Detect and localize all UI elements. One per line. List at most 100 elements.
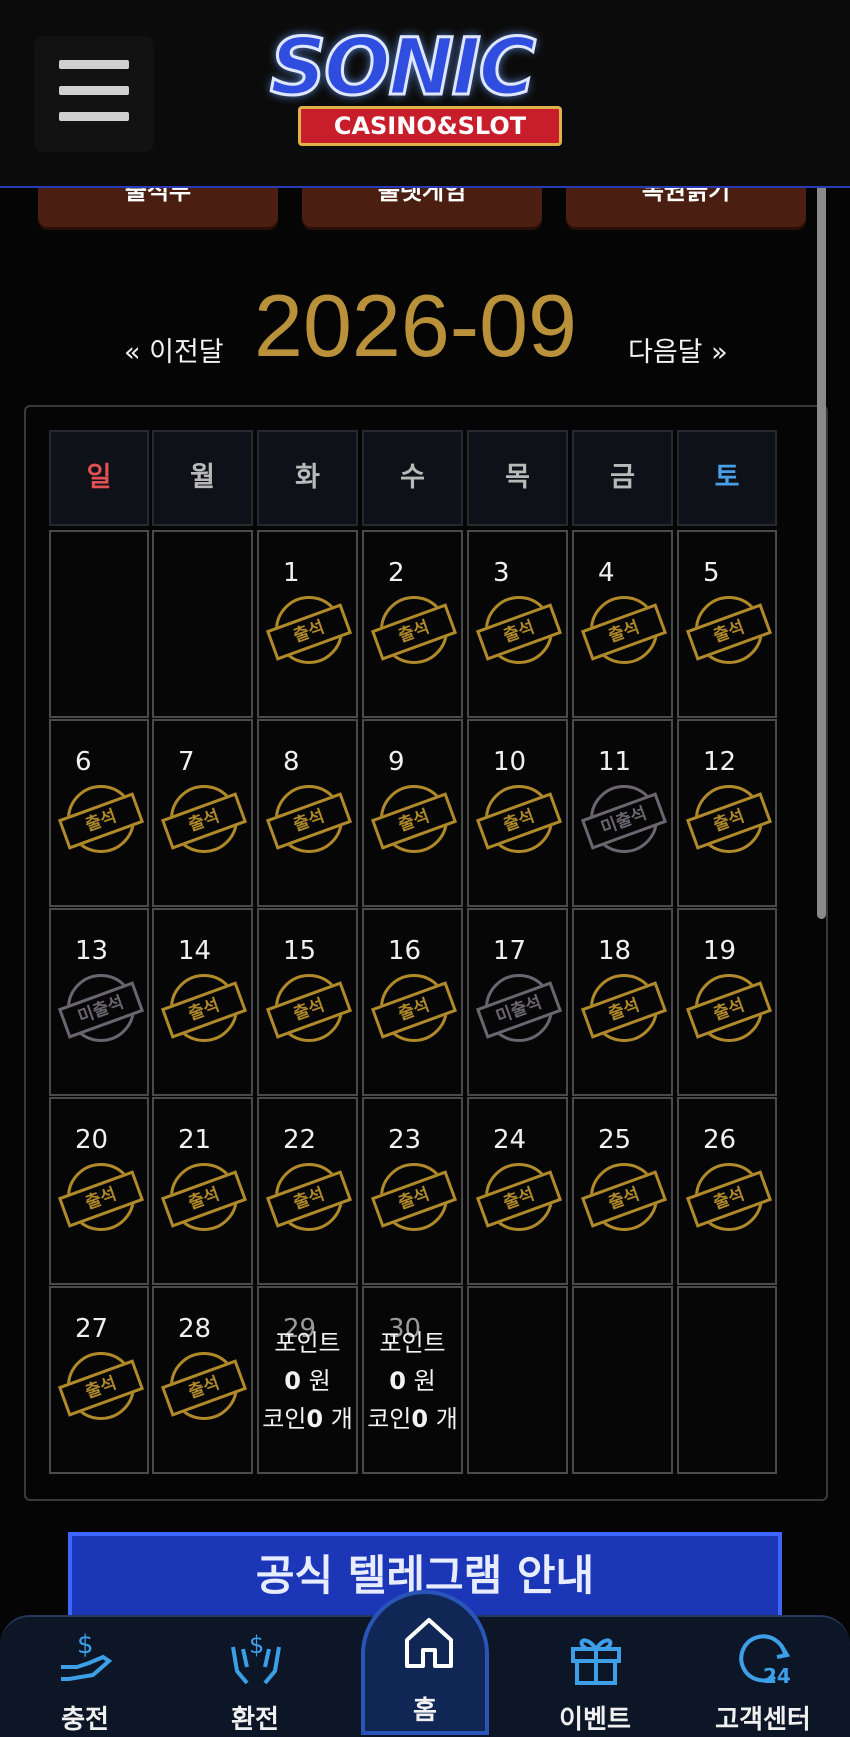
day-number: 21 <box>178 1125 212 1155</box>
calendar-day-cell: 10 출석 <box>467 719 568 907</box>
day-number: 16 <box>388 936 422 966</box>
support-24-icon: 24 <box>733 1627 795 1689</box>
calendar-day-cell: 26 출석 <box>677 1097 777 1285</box>
day-number: 26 <box>703 1125 737 1155</box>
calendar-day-cell: 20 출석 <box>49 1097 149 1285</box>
attendance-stamp-icon: 출석 <box>265 974 353 1046</box>
svg-text:$: $ <box>249 1631 264 1659</box>
absent-stamp-icon: 미출석 <box>57 974 145 1046</box>
attendance-stamp-icon: 출석 <box>160 1163 248 1235</box>
day-number: 20 <box>75 1125 109 1155</box>
scrollbar[interactable] <box>817 165 826 919</box>
points-value: 0 <box>284 1367 301 1395</box>
calendar-day-cell: 18 출석 <box>572 908 673 1096</box>
calendar-day-cell: 6 출석 <box>49 719 149 907</box>
attendance-stamp-icon: 출석 <box>475 1163 563 1235</box>
withdraw-hands-icon: $ <box>225 1627 287 1689</box>
calendar-day-cell: 1 출석 <box>257 530 358 718</box>
calendar-day-cell: 22 출석 <box>257 1097 358 1285</box>
nav-support[interactable]: 24 고객센터 <box>688 1617 838 1737</box>
attendance-stamp-icon: 출석 <box>685 1163 773 1235</box>
day-number: 27 <box>75 1314 109 1344</box>
weekday-header: 금 <box>572 430 673 526</box>
day-number: 15 <box>283 936 317 966</box>
day-number: 7 <box>178 747 195 777</box>
calendar-day-cell: 29 포인트 0 원 코인0 개 <box>257 1286 358 1474</box>
nav-withdraw[interactable]: $ 환전 <box>180 1617 330 1737</box>
day-number: 12 <box>703 747 737 777</box>
svg-text:$: $ <box>77 1630 94 1660</box>
coin-unit: 개 <box>330 1405 353 1433</box>
next-month-link[interactable]: 다음달 » <box>628 330 728 369</box>
points-value: 0 <box>389 1367 406 1395</box>
nav-support-label: 고객센터 <box>715 1705 811 1735</box>
absent-stamp-icon: 미출석 <box>475 974 563 1046</box>
calendar-day-cell: 17 미출석 <box>467 908 568 1096</box>
calendar-day-cell <box>572 1286 673 1474</box>
calendar-day-cell: 15 출석 <box>257 908 358 1096</box>
day-number: 8 <box>283 747 300 777</box>
calendar-day-cell: 12 출석 <box>677 719 777 907</box>
calendar-day-cell: 25 출석 <box>572 1097 673 1285</box>
attendance-stamp-icon: 출석 <box>370 974 458 1046</box>
nav-home[interactable]: 홈 <box>361 1590 489 1735</box>
calendar-day-cell: 2 출석 <box>362 530 463 718</box>
calendar-day-cell: 23 출석 <box>362 1097 463 1285</box>
attendance-stamp-icon: 출석 <box>580 1163 668 1235</box>
attendance-stamp-icon: 출석 <box>475 785 563 857</box>
coin-value: 0 <box>306 1405 324 1433</box>
calendar-day-cell <box>152 530 253 718</box>
day-number: 2 <box>388 558 405 588</box>
nav-event[interactable]: 이벤트 <box>520 1617 670 1737</box>
calendar-day-cell: 7 출석 <box>152 719 253 907</box>
points-summary: 포인트 0 원 코인0 개 <box>259 1324 356 1438</box>
weekday-header: 월 <box>152 430 253 526</box>
attendance-stamp-icon: 출석 <box>265 596 353 668</box>
attendance-stamp-icon: 출석 <box>57 1163 145 1235</box>
calendar-day-cell: 5 출석 <box>677 530 777 718</box>
attendance-stamp-icon: 출석 <box>160 1352 248 1424</box>
attendance-stamp-icon: 출석 <box>370 596 458 668</box>
points-label: 포인트 <box>379 1329 446 1357</box>
nav-home-label: 홈 <box>413 1696 437 1726</box>
attendance-stamp-icon: 출석 <box>57 1352 145 1424</box>
day-number: 1 <box>283 558 300 588</box>
points-label: 포인트 <box>274 1329 341 1357</box>
calendar-day-cell: 14 출석 <box>152 908 253 1096</box>
nav-withdraw-label: 환전 <box>231 1705 279 1735</box>
day-number: 23 <box>388 1125 422 1155</box>
weekday-header: 토 <box>677 430 777 526</box>
coin-unit: 개 <box>435 1405 458 1433</box>
absent-stamp-icon: 미출석 <box>580 785 668 857</box>
attendance-stamp-icon: 출석 <box>265 785 353 857</box>
day-number: 6 <box>75 747 92 777</box>
menu-icon[interactable] <box>34 36 154 152</box>
attendance-stamp-icon: 출석 <box>370 785 458 857</box>
coin-label: 코인 <box>262 1405 307 1433</box>
attendance-stamp-icon: 출석 <box>580 596 668 668</box>
site-logo[interactable]: SONIC CASINO&SLOT <box>250 20 610 150</box>
attendance-stamp-icon: 출석 <box>160 785 248 857</box>
calendar-day-cell: 30 포인트 0 원 코인0 개 <box>362 1286 463 1474</box>
nav-deposit[interactable]: $ 충전 <box>10 1617 160 1737</box>
logo-sub-text: CASINO&SLOT <box>298 106 562 146</box>
day-number: 13 <box>75 936 109 966</box>
coin-value: 0 <box>411 1405 429 1433</box>
attendance-stamp-icon: 출석 <box>580 974 668 1046</box>
day-number: 17 <box>493 936 527 966</box>
nav-event-label: 이벤트 <box>559 1705 631 1735</box>
calendar-day-cell: 19 출석 <box>677 908 777 1096</box>
points-unit: 원 <box>413 1367 436 1395</box>
calendar-day-cell: 28 출석 <box>152 1286 253 1474</box>
weekday-header: 일 <box>49 430 149 526</box>
attendance-stamp-icon: 출석 <box>685 974 773 1046</box>
calendar-day-cell <box>467 1286 568 1474</box>
deposit-hand-icon: $ <box>55 1627 117 1689</box>
weekday-header: 화 <box>257 430 358 526</box>
points-summary: 포인트 0 원 코인0 개 <box>364 1324 461 1438</box>
prev-month-link[interactable]: « 이전달 <box>124 330 224 369</box>
day-number: 25 <box>598 1125 632 1155</box>
calendar-day-cell: 24 출석 <box>467 1097 568 1285</box>
day-number: 18 <box>598 936 632 966</box>
day-number: 19 <box>703 936 737 966</box>
